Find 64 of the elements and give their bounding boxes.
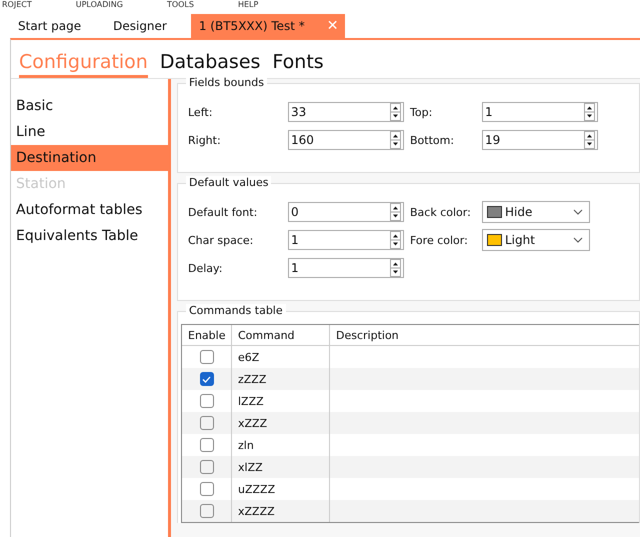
table-cell: zZZZ [238,372,266,386]
checkbox[interactable] [200,504,214,518]
section-tab[interactable]: Databases [160,50,260,78]
spin-arrows-icon[interactable] [390,131,401,149]
table-cell: xZZZZ [238,504,275,518]
menu-item[interactable]: HELP [238,0,258,10]
column-header[interactable]: Enable [182,325,232,345]
spin-arrows-icon[interactable] [390,259,401,277]
spin-field[interactable]: 33 [288,102,404,122]
spin-field[interactable]: 160 [288,130,404,150]
field-label: Back color: [410,206,472,218]
field-label: Char space: [188,234,254,246]
sidebar-item[interactable]: Equivalents Table [11,223,168,249]
field-label: Bottom: [410,134,456,146]
sidebar-item[interactable]: Destination [11,145,168,171]
spin-field[interactable]: 1 [288,230,404,250]
field-label: Delay: [188,262,224,274]
column-header[interactable]: Description [330,325,639,345]
menu-item[interactable]: ROJECT [2,0,32,10]
checkbox[interactable] [200,372,214,386]
table-cell: xZZZ [238,416,268,430]
document-tab[interactable]: Start page [10,14,106,38]
menu-item[interactable]: TOOLS [166,0,194,10]
table-cell: lZZZ [238,394,264,408]
spin-arrows-icon[interactable] [390,103,401,121]
document-tab[interactable]: 1 (BT5XXX) Test * ✕ [190,14,345,38]
checkbox[interactable] [200,460,214,474]
group-title: Default values [186,176,272,189]
column-header[interactable]: Command [232,325,330,345]
chevron-down-icon [573,209,583,215]
spin-arrows-icon[interactable] [390,203,401,221]
spin-arrows-icon[interactable] [390,231,401,249]
document-tab[interactable]: Designer [105,14,191,38]
table-cell: e6Z [238,350,260,364]
checkbox[interactable] [200,482,214,496]
spin-field[interactable]: 19 [482,130,598,150]
group-title: Commands table [186,304,286,317]
sidebar-item[interactable]: Line [11,119,168,145]
table-cell: zln [238,438,254,452]
checkbox[interactable] [200,416,214,430]
spin-arrows-icon[interactable] [584,131,595,149]
field-label: Fore color: [410,234,469,246]
chevron-down-icon [573,237,583,243]
color-dropdown[interactable]: Light [482,229,590,251]
spin-arrows-icon[interactable] [584,103,595,121]
spin-field[interactable]: 1 [482,102,598,122]
field-label: Left: [188,106,214,118]
field-label: Default font: [188,206,258,218]
spin-field[interactable]: 1 [288,258,404,278]
checkbox[interactable] [200,438,214,452]
spin-field[interactable]: 0 [288,202,404,222]
sidebar-item[interactable]: Autoformat tables [11,197,168,223]
table-cell: xlZZ [238,460,263,474]
checkmark-icon [202,376,211,382]
checkbox[interactable] [200,350,214,364]
checkbox[interactable] [200,394,214,408]
table-cell: uZZZZ [238,482,276,496]
section-tab[interactable]: Fonts [272,50,324,78]
field-label: Right: [188,134,222,146]
menu-item[interactable]: UPLOADING [76,0,123,10]
color-dropdown[interactable]: Hide [482,201,590,223]
field-label: Top: [410,106,434,118]
sidebar-item[interactable]: Basic [11,93,168,119]
group-title: Fields bounds [186,76,267,89]
